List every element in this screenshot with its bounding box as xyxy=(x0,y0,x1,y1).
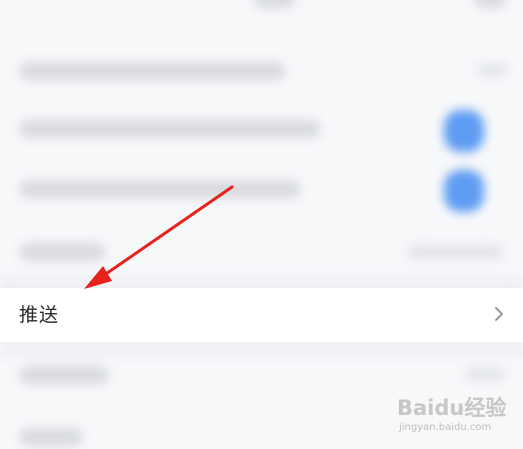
push-settings-label: 推送 xyxy=(19,304,60,326)
push-settings-row[interactable]: 推送 xyxy=(0,288,523,342)
chevron-right-icon xyxy=(495,307,503,321)
blurred-setting-label xyxy=(20,180,300,198)
watermark-url: jingyan.baidu.com xyxy=(399,422,492,433)
blurred-divider xyxy=(0,278,523,288)
blurred-setting-label xyxy=(20,62,285,80)
blurred-setting-label xyxy=(20,120,320,138)
watermark-logo: Baidu经验 xyxy=(397,396,507,420)
blurred-setting-value xyxy=(408,245,503,259)
blurred-divider xyxy=(0,346,523,356)
blurred-top-item xyxy=(255,0,295,8)
blurred-toggle xyxy=(444,110,484,152)
blurred-setting-label xyxy=(20,428,82,446)
blurred-toggle xyxy=(444,170,484,212)
blurred-top-item xyxy=(475,0,505,8)
blurred-setting-value xyxy=(478,64,508,76)
blurred-settings-list xyxy=(0,0,523,449)
blurred-setting-label xyxy=(20,243,105,261)
blurred-setting-label xyxy=(20,366,108,384)
settings-screen: 推送 Baidu经验 jingyan.baidu.com xyxy=(0,0,523,449)
baidu-watermark: Baidu经验 jingyan.baidu.com xyxy=(397,392,515,440)
blurred-setting-value xyxy=(465,368,505,380)
